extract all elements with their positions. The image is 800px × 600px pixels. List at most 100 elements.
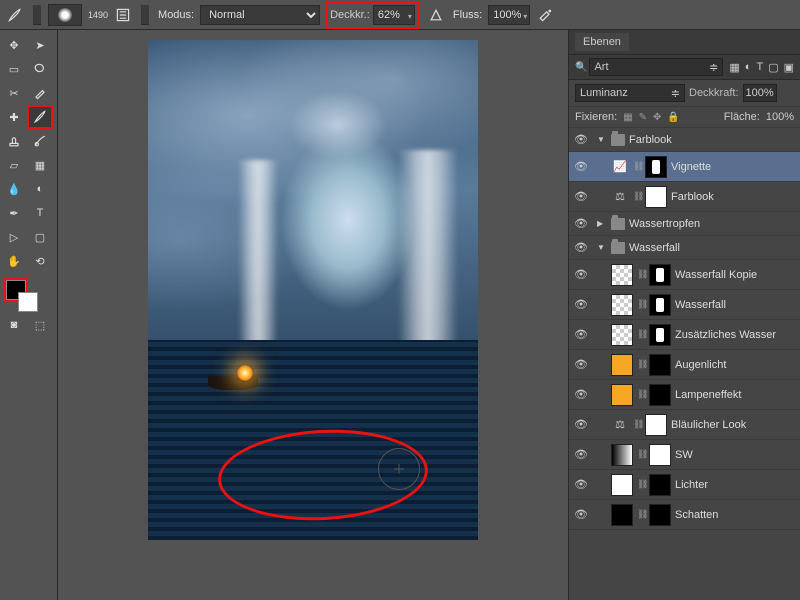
- lock-pixel-icon[interactable]: ✎: [639, 112, 647, 123]
- filter-pixel-icon[interactable]: ▦: [729, 61, 739, 74]
- brush-panel-icon[interactable]: [112, 4, 134, 26]
- healing-tool-icon[interactable]: ✚: [2, 106, 26, 128]
- group-row[interactable]: 👁 ▶ Wassertropfen: [569, 212, 800, 236]
- layer-label[interactable]: Wasserfall: [675, 299, 796, 311]
- group-row[interactable]: 👁 ▼ Farblook: [569, 128, 800, 152]
- layer-opacity-input[interactable]: 100%: [743, 84, 777, 102]
- layer-blend-select[interactable]: Luminanz≑: [575, 84, 685, 102]
- layer-mask-thumb[interactable]: [645, 414, 667, 436]
- layer-label[interactable]: Schatten: [675, 509, 796, 521]
- layer-thumb[interactable]: [611, 264, 633, 286]
- layer-row-selected[interactable]: 👁 📈 ⛓ Vignette: [569, 152, 800, 182]
- layer-thumb[interactable]: [611, 354, 633, 376]
- visibility-icon[interactable]: 👁: [573, 328, 589, 341]
- layer-mask-thumb[interactable]: [649, 474, 671, 496]
- visibility-icon[interactable]: 👁: [573, 478, 589, 491]
- flow-input[interactable]: 100%: [488, 5, 530, 25]
- layer-label[interactable]: Bläulicher Look: [671, 419, 796, 431]
- stamp-tool-icon[interactable]: [2, 130, 26, 152]
- visibility-icon[interactable]: 👁: [573, 241, 589, 254]
- layer-filter-select[interactable]: Art≑: [589, 58, 723, 76]
- marquee-tool-icon[interactable]: ▭: [2, 58, 26, 80]
- layer-row[interactable]: 👁 ⛓ Wasserfall: [569, 290, 800, 320]
- layer-label[interactable]: Vignette: [671, 161, 796, 173]
- visibility-icon[interactable]: 👁: [573, 190, 589, 203]
- layer-label[interactable]: Farblook: [671, 191, 796, 203]
- hand-tool-icon[interactable]: ✋: [2, 250, 26, 272]
- visibility-icon[interactable]: 👁: [573, 298, 589, 311]
- disclosure-icon[interactable]: ▼: [597, 243, 607, 252]
- layer-row[interactable]: 👁 ⛓ Wasserfall Kopie: [569, 260, 800, 290]
- disclosure-icon[interactable]: ▼: [597, 135, 607, 144]
- lock-trans-icon[interactable]: ▦: [623, 112, 632, 123]
- layer-label[interactable]: Lampeneffekt: [675, 389, 796, 401]
- filter-icons[interactable]: ▦ ◐ T ▢ ▣: [729, 61, 794, 74]
- layer-mask-thumb[interactable]: [649, 354, 671, 376]
- layer-row[interactable]: 👁 ⛓ Schatten: [569, 500, 800, 530]
- layer-row[interactable]: 👁 ⚖ ⛓ Farblook: [569, 182, 800, 212]
- layer-mask-thumb[interactable]: [645, 186, 667, 208]
- layer-label[interactable]: Farblook: [629, 134, 796, 146]
- layer-label[interactable]: Wassertropfen: [629, 218, 796, 230]
- layer-mask-thumb[interactable]: [649, 294, 671, 316]
- layer-label[interactable]: Wasserfall Kopie: [675, 269, 796, 281]
- opacity-input[interactable]: 62%: [373, 5, 415, 25]
- layer-row[interactable]: 👁 ⛓ Lichter: [569, 470, 800, 500]
- pressure-opacity-icon[interactable]: [425, 4, 447, 26]
- fill-input[interactable]: 100%: [766, 111, 794, 123]
- rotate-view-icon[interactable]: ⟲: [28, 250, 52, 272]
- layer-mask-thumb[interactable]: [649, 444, 671, 466]
- layer-row[interactable]: 👁 ⛓ Lampeneffekt: [569, 380, 800, 410]
- layer-label[interactable]: SW: [675, 449, 796, 461]
- layer-mask-thumb[interactable]: [645, 156, 667, 178]
- layer-mask-thumb[interactable]: [649, 324, 671, 346]
- quickmask-icon[interactable]: ◙: [2, 314, 26, 336]
- path-select-icon[interactable]: ▷: [2, 226, 26, 248]
- color-swatches[interactable]: [6, 280, 38, 312]
- crop-tool-icon[interactable]: ✂: [2, 82, 26, 104]
- layer-thumb[interactable]: [611, 384, 633, 406]
- layer-mask-thumb[interactable]: [649, 384, 671, 406]
- layer-thumb[interactable]: [611, 474, 633, 496]
- group-row[interactable]: 👁 ▼ Wasserfall: [569, 236, 800, 260]
- dodge-tool-icon[interactable]: ◐: [28, 178, 52, 200]
- layer-label[interactable]: Lichter: [675, 479, 796, 491]
- move-tool-icon[interactable]: ✥: [2, 34, 26, 56]
- blur-tool-icon[interactable]: 💧: [2, 178, 26, 200]
- layer-label[interactable]: Wasserfall: [629, 242, 796, 254]
- panel-title[interactable]: Ebenen: [575, 33, 629, 51]
- filter-adjust-icon[interactable]: ◐: [745, 61, 752, 74]
- lasso-tool-icon[interactable]: [28, 58, 52, 80]
- layer-row[interactable]: 👁 ⛓ SW: [569, 440, 800, 470]
- layer-row[interactable]: 👁 ⚖ ⛓ Bläulicher Look: [569, 410, 800, 440]
- type-tool-icon[interactable]: T: [28, 202, 52, 224]
- visibility-icon[interactable]: 👁: [573, 388, 589, 401]
- shape-tool-icon[interactable]: ▢: [28, 226, 52, 248]
- brush-tool-icon[interactable]: [4, 4, 26, 26]
- airbrush-icon[interactable]: [534, 4, 556, 26]
- visibility-icon[interactable]: 👁: [573, 160, 589, 173]
- visibility-icon[interactable]: 👁: [573, 217, 589, 230]
- filter-smart-icon[interactable]: ▣: [784, 61, 794, 74]
- layer-mask-thumb[interactable]: [649, 264, 671, 286]
- visibility-icon[interactable]: 👁: [573, 358, 589, 371]
- layer-mask-thumb[interactable]: [649, 504, 671, 526]
- eyedropper-tool-icon[interactable]: [28, 82, 52, 104]
- layer-row[interactable]: 👁 ⛓ Zusätzliches Wasser: [569, 320, 800, 350]
- history-brush-icon[interactable]: [28, 130, 52, 152]
- layer-thumb[interactable]: [611, 294, 633, 316]
- visibility-icon[interactable]: 👁: [573, 448, 589, 461]
- pen-tool-icon[interactable]: ✒: [2, 202, 26, 224]
- layer-thumb[interactable]: [611, 324, 633, 346]
- layer-row[interactable]: 👁 ⛓ Augenlicht: [569, 350, 800, 380]
- layer-thumb[interactable]: [611, 504, 633, 526]
- arrow-tool-icon[interactable]: ➤: [28, 34, 52, 56]
- canvas-area[interactable]: [58, 30, 568, 600]
- eraser-tool-icon[interactable]: ▱: [2, 154, 26, 176]
- visibility-icon[interactable]: 👁: [573, 418, 589, 431]
- background-swatch[interactable]: [18, 292, 38, 312]
- brush-preset-picker[interactable]: [48, 4, 82, 26]
- visibility-icon[interactable]: 👁: [573, 508, 589, 521]
- layer-label[interactable]: Zusätzliches Wasser: [675, 329, 796, 341]
- screenmode-icon[interactable]: ⬚: [28, 314, 52, 336]
